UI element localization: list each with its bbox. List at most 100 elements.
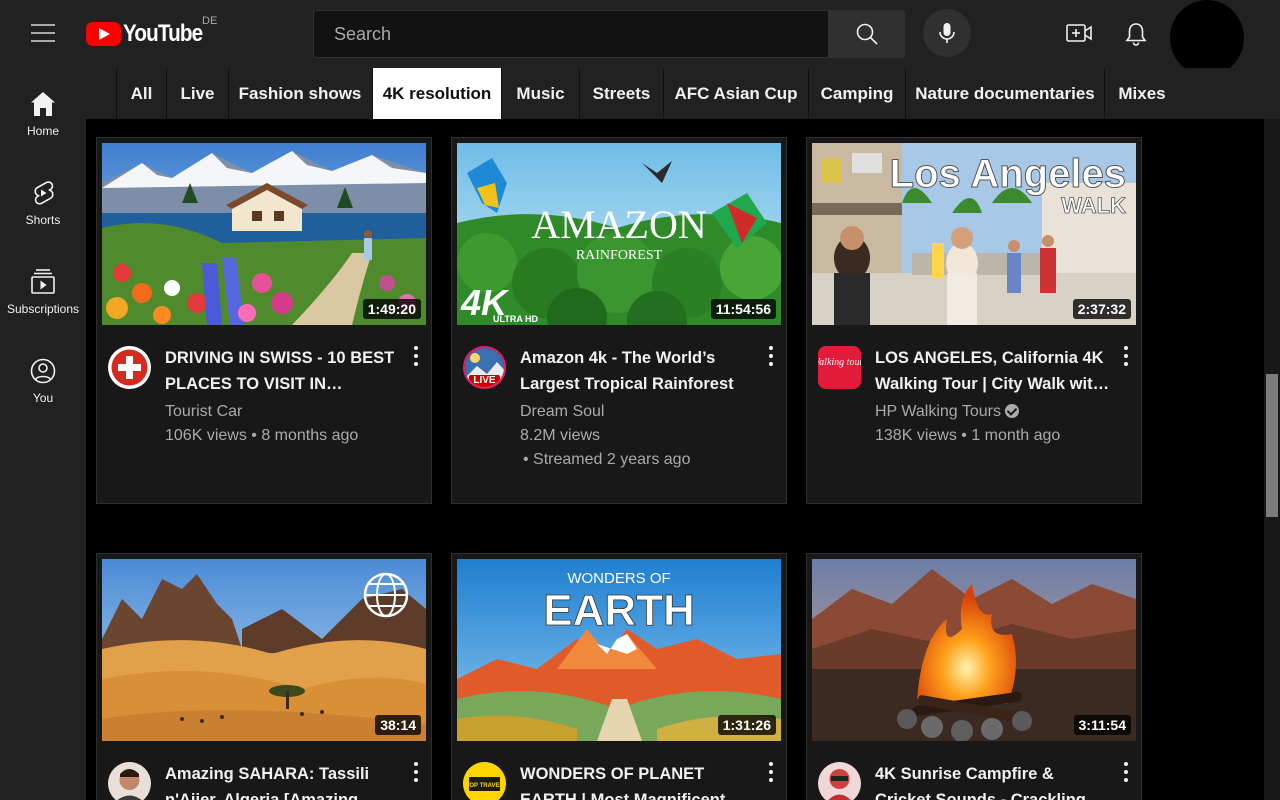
- masthead: YouTube DE: [0, 0, 1280, 76]
- sidebar-item-you[interactable]: You: [0, 357, 86, 429]
- channel-avatar[interactable]: [108, 346, 151, 389]
- sidebar-item-label: You: [32, 391, 54, 405]
- thumbnail-subtitle: WALK: [1061, 193, 1126, 218]
- video-title[interactable]: DRIVING IN SWISS - 10 BEST PLACES TO VIS…: [165, 345, 401, 397]
- thumbnail-image-sahara: [102, 559, 426, 741]
- video-title[interactable]: WONDERS OF PLANET EARTH | Most Magnifice…: [520, 761, 756, 800]
- filter-chips-bar: All Live Fashion shows 4K resolution Mus…: [86, 68, 1280, 119]
- channel-avatar[interactable]: Walking tours: [818, 346, 861, 389]
- thumbnail-title-small: WONDERS OF: [567, 570, 670, 587]
- sidebar: Home Shorts Subscriptions You: [0, 68, 86, 800]
- channel-avatar-image: TOP TRAVEL: [463, 762, 506, 800]
- youtube-play-icon: [86, 22, 121, 46]
- search-button[interactable]: [828, 10, 905, 58]
- channel-avatar[interactable]: LIVE: [463, 346, 506, 389]
- logo-text: YouTube: [123, 20, 203, 47]
- shorts-icon: [34, 181, 54, 205]
- video-stream-date: • Streamed 2 years ago: [523, 451, 691, 468]
- scrollbar-thumb[interactable]: [1266, 374, 1278, 517]
- channel-name[interactable]: Tourist Car: [165, 400, 242, 424]
- more-actions-icon[interactable]: [768, 762, 774, 782]
- video-title[interactable]: LOS ANGELES, California 4K Walking Tour …: [875, 345, 1111, 397]
- chip-live[interactable]: Live: [166, 68, 228, 119]
- video-card[interactable]: 1:49:20 DRIVING IN SWISS - 10 BEST PLACE…: [96, 137, 432, 504]
- thumbnail-ultra-hd-badge: ULTRA HD: [493, 314, 538, 324]
- you-icon: [30, 358, 56, 384]
- sidebar-item-label: Shorts: [25, 213, 61, 227]
- more-actions-icon[interactable]: [1123, 762, 1129, 782]
- sidebar-item-subscriptions[interactable]: Subscriptions: [0, 268, 86, 340]
- more-actions-icon[interactable]: [1123, 346, 1129, 366]
- search-icon: [856, 23, 878, 45]
- subscriptions-icon: [31, 269, 55, 294]
- avatar-text: Walking tours: [818, 357, 861, 368]
- thumbnail-image-campfire: [812, 559, 1136, 741]
- video-thumbnail[interactable]: 38:14: [102, 559, 426, 741]
- chip-streets[interactable]: Streets: [579, 68, 663, 119]
- notifications-button[interactable]: [1118, 16, 1154, 52]
- live-badge: LIVE: [469, 375, 500, 387]
- video-card[interactable]: WONDERS OF EARTH 1:31:26 TOP TRAVEL WOND…: [451, 553, 787, 800]
- video-duration: 2:37:32: [1072, 299, 1131, 319]
- thumbnail-title: EARTH: [543, 586, 695, 635]
- channel-name[interactable]: Dream Soul: [520, 400, 604, 424]
- thumbnail-image-swiss: [102, 143, 426, 325]
- voice-search-button[interactable]: [923, 9, 971, 57]
- video-card[interactable]: AMAZON RAINFOREST 4K ULTRA HD 11:54:56 L…: [451, 137, 787, 504]
- channel-avatar[interactable]: [818, 762, 861, 800]
- video-card[interactable]: 3:11:54 4K Sunrise Campfire & Cricket So…: [806, 553, 1142, 800]
- country-code: DE: [202, 15, 218, 27]
- account-avatar[interactable]: [1170, 0, 1244, 76]
- video-thumbnail[interactable]: WONDERS OF EARTH 1:31:26: [457, 559, 781, 741]
- chip-music[interactable]: Music: [501, 68, 579, 119]
- video-duration: 1:31:26: [717, 715, 776, 735]
- more-actions-icon[interactable]: [413, 346, 419, 366]
- video-title[interactable]: Amazon 4k - The World’s Largest Tropical…: [520, 345, 756, 397]
- more-actions-icon[interactable]: [768, 346, 774, 366]
- youtube-logo[interactable]: YouTube DE: [86, 15, 218, 50]
- channel-name-row[interactable]: HP Walking Tours: [875, 400, 1019, 424]
- channel-avatar-image: Walking tours: [818, 346, 861, 389]
- more-actions-icon[interactable]: [413, 762, 419, 782]
- video-thumbnail[interactable]: 1:49:20: [102, 143, 426, 325]
- video-card[interactable]: Los Angeles WALK 2:37:32 Walking tours L…: [806, 137, 1142, 504]
- video-duration: 11:54:56: [710, 299, 776, 319]
- create-button[interactable]: [1062, 16, 1096, 50]
- thumbnail-title: Los Angeles: [890, 152, 1126, 196]
- chip-all[interactable]: All: [116, 68, 166, 119]
- search-input[interactable]: [314, 11, 828, 57]
- sidebar-item-label: Subscriptions: [6, 302, 80, 316]
- page-scrollbar[interactable]: [1264, 119, 1280, 800]
- menu-icon[interactable]: [31, 24, 55, 42]
- chip-afc-asian-cup[interactable]: AFC Asian Cup: [663, 68, 808, 119]
- chip-4k-resolution[interactable]: 4K resolution: [372, 68, 501, 119]
- microphone-icon: [939, 23, 955, 43]
- swiss-flag-icon: [108, 346, 151, 389]
- sidebar-item-home[interactable]: Home: [0, 90, 86, 162]
- video-grid: 1:49:20 DRIVING IN SWISS - 10 BEST PLACE…: [86, 119, 1264, 800]
- channel-avatar[interactable]: [108, 762, 151, 800]
- video-stats: 138K views • 1 month ago: [875, 427, 1061, 444]
- sidebar-item-label: Home: [26, 124, 59, 138]
- thumbnail-image-wonders-of-earth: WONDERS OF EARTH: [457, 559, 781, 741]
- video-stats: 8.2M views: [520, 427, 601, 444]
- video-duration: 38:14: [375, 715, 421, 735]
- sidebar-item-shorts[interactable]: Shorts: [0, 179, 86, 251]
- chip-nature-documentaries[interactable]: Nature documentaries: [905, 68, 1104, 119]
- video-thumbnail[interactable]: 3:11:54: [812, 559, 1136, 741]
- channel-name[interactable]: HP Walking Tours: [875, 403, 1001, 420]
- thumbnail-image-amazon: AMAZON RAINFOREST 4K ULTRA HD: [457, 143, 781, 325]
- video-title[interactable]: Amazing SAHARA: Tassili n'Ajjer, Algeria…: [165, 761, 401, 800]
- chips-fade: [1166, 68, 1280, 119]
- bell-icon: [1125, 23, 1147, 46]
- video-card[interactable]: 38:14 Amazing SAHARA: Tassili n'Ajjer, A…: [96, 553, 432, 800]
- channel-avatar[interactable]: TOP TRAVEL: [463, 762, 506, 800]
- chip-fashion-shows[interactable]: Fashion shows: [228, 68, 371, 119]
- video-thumbnail[interactable]: AMAZON RAINFOREST 4K ULTRA HD 11:54:56: [457, 143, 781, 325]
- video-thumbnail[interactable]: Los Angeles WALK 2:37:32: [812, 143, 1136, 325]
- thumbnail-title: AMAZON: [531, 202, 707, 247]
- video-title[interactable]: 4K Sunrise Campfire & Cricket Sounds - C…: [875, 761, 1111, 800]
- thumbnail-image-los-angeles: Los Angeles WALK: [812, 143, 1136, 325]
- chip-camping[interactable]: Camping: [808, 68, 905, 119]
- video-plus-icon: [1066, 24, 1092, 42]
